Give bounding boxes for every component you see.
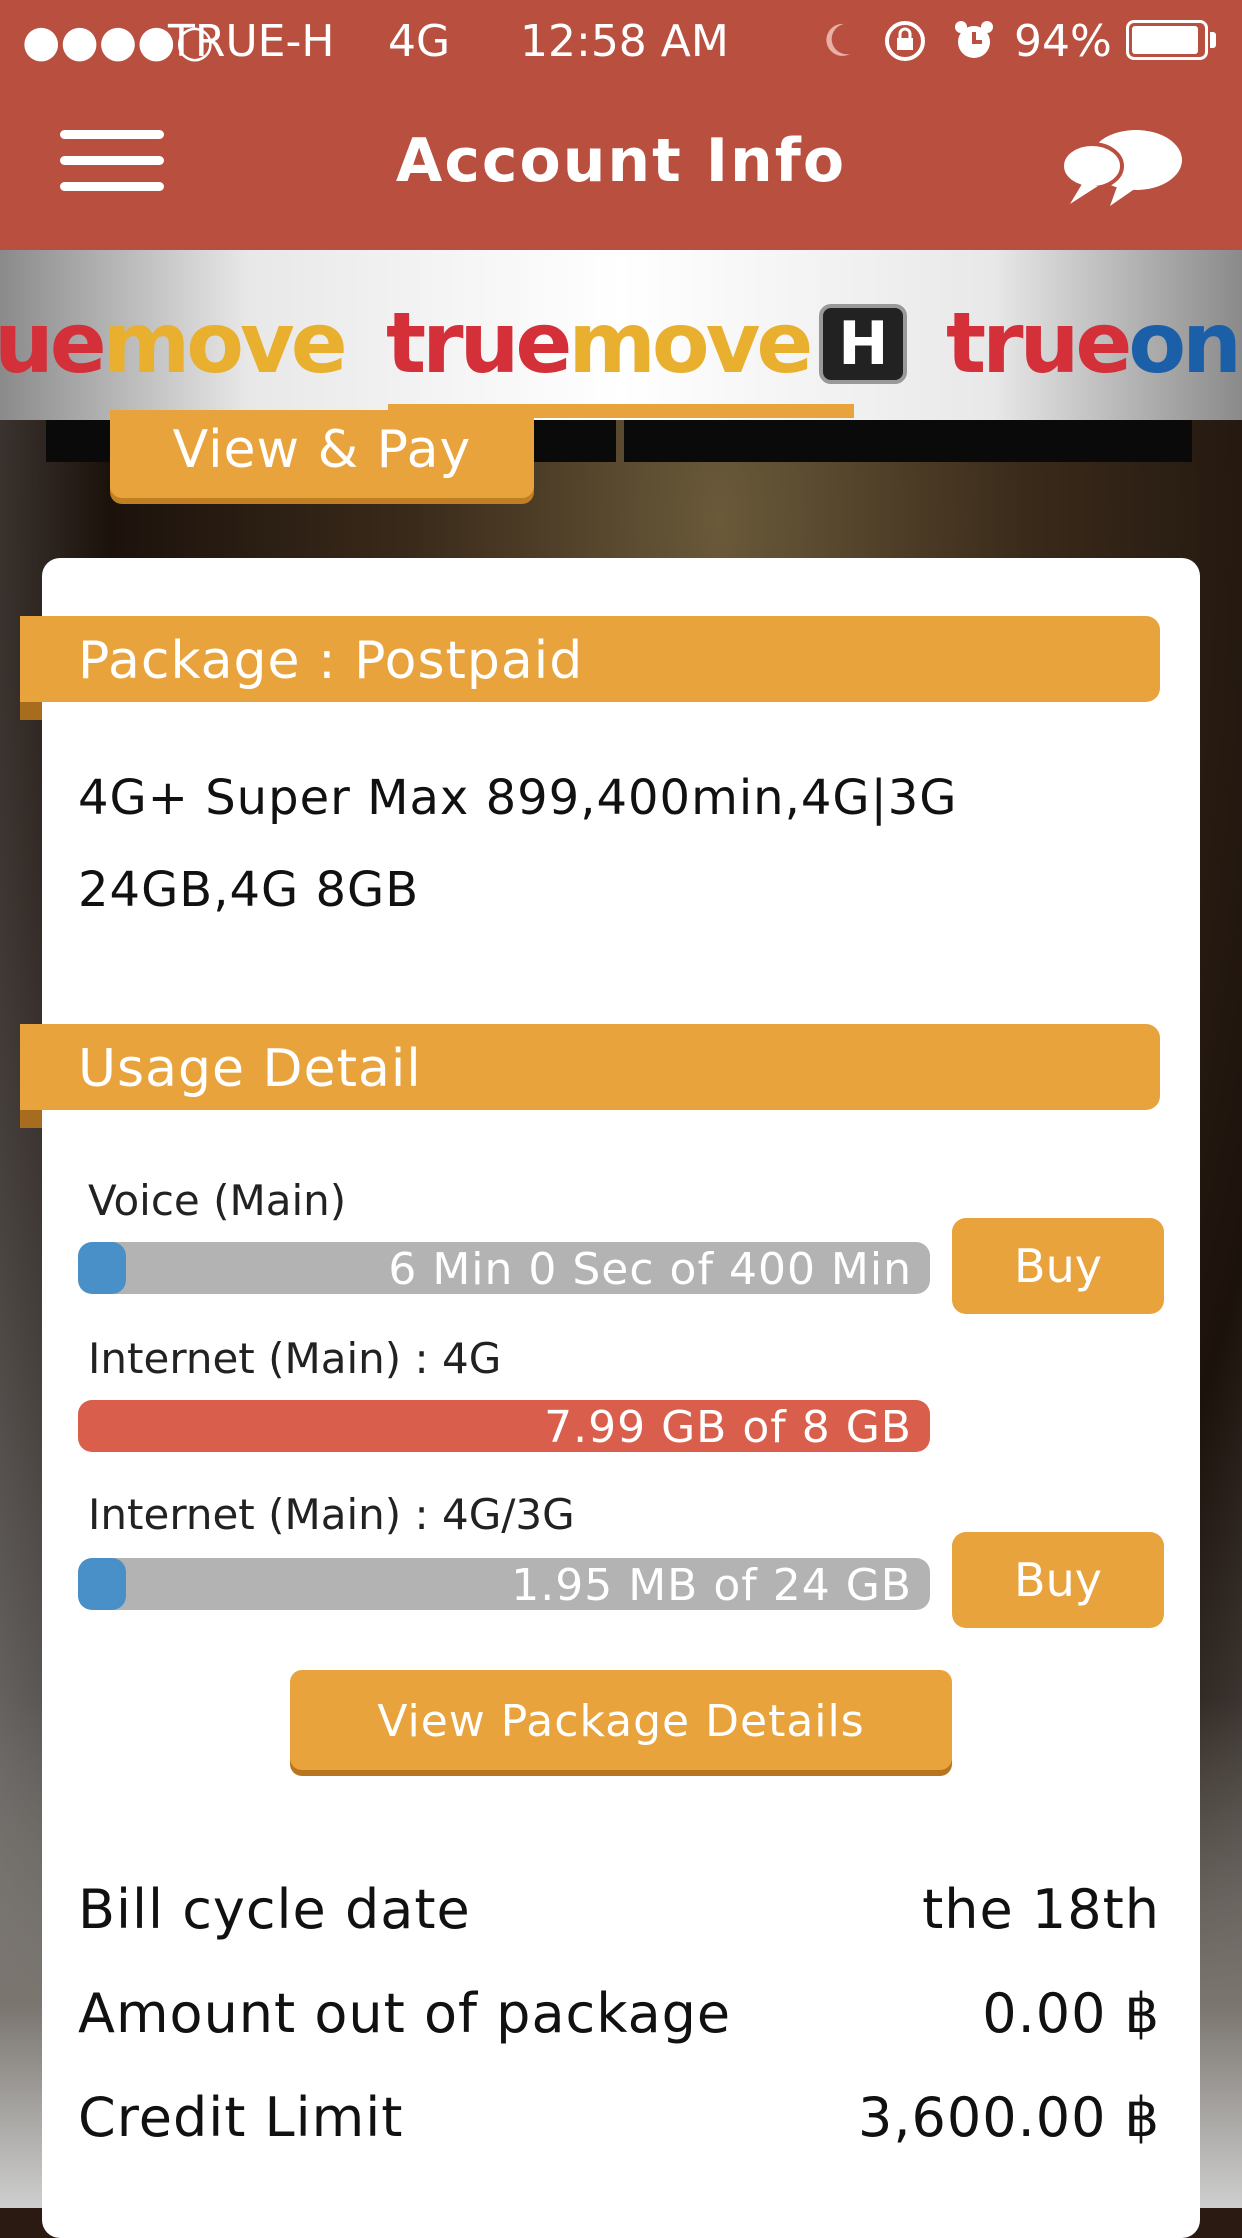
amount-out-label: Amount out of package xyxy=(78,1982,732,2045)
package-name-line2: 24GB,4G 8GB xyxy=(78,862,420,918)
brand-carousel[interactable]: uemove truemoveH trueonl xyxy=(0,250,1242,420)
battery-tip xyxy=(1210,32,1216,48)
top-strip-right xyxy=(624,420,1192,462)
view-pay-button[interactable]: View & Pay xyxy=(110,410,534,498)
amount-out-value: 0.00 ฿ xyxy=(982,1982,1160,2045)
usage-section-title: Usage Detail xyxy=(78,1039,422,1099)
ribbon-fold xyxy=(20,1110,42,1128)
page-title: Account Info xyxy=(395,126,847,196)
usage-label-internet-4g: Internet (Main) : 4G xyxy=(88,1334,502,1383)
carrier-name: TRUE-H xyxy=(168,16,335,67)
buy-internet-button[interactable]: Buy xyxy=(952,1532,1164,1628)
usage-value-voice: 6 Min 0 Sec of 400 Min xyxy=(388,1244,912,1294)
usage-label-voice: Voice (Main) xyxy=(88,1176,347,1225)
buy-voice-button[interactable]: Buy xyxy=(952,1218,1164,1314)
package-name-line1: 4G+ Super Max 899,400min,4G|3G xyxy=(78,770,958,826)
brand-tab-truemove[interactable]: uemove xyxy=(0,294,348,392)
usage-bar-voice: 6 Min 0 Sec of 400 Min xyxy=(78,1242,930,1294)
brand-tab-truemove-h[interactable]: truemove H xyxy=(386,294,908,392)
usage-section-header: Usage Detail xyxy=(20,1024,1160,1128)
brand-tab-true-online[interactable]: trueonl xyxy=(946,294,1242,392)
network-type: 4G xyxy=(388,16,451,67)
rotation-lock-icon xyxy=(885,21,925,61)
usage-bar-internet-4g3g: 1.95 MB of 24 GB xyxy=(78,1558,930,1610)
battery-percent: 94% xyxy=(1014,16,1112,67)
package-section-header: Package : Postpaid xyxy=(20,616,1160,720)
alarm-clock-icon xyxy=(955,21,993,58)
bill-cycle-value: the 18th xyxy=(922,1878,1160,1941)
usage-value-internet-4g: 7.99 GB of 8 GB xyxy=(544,1402,912,1452)
view-package-details-button[interactable]: View Package Details xyxy=(290,1670,952,1770)
status-time: 12:58 AM xyxy=(520,16,729,67)
status-bar: ●●●●○ TRUE-H 4G 12:58 AM 94% xyxy=(0,0,1242,82)
usage-label-internet-4g3g: Internet (Main) : 4G/3G xyxy=(88,1490,575,1539)
moon-icon xyxy=(826,23,850,56)
credit-limit-label: Credit Limit xyxy=(78,2086,404,2149)
bill-cycle-label: Bill cycle date xyxy=(78,1878,471,1941)
usage-fill-internet-4g3g xyxy=(78,1558,126,1610)
battery-icon xyxy=(1126,20,1208,60)
package-section-title: Package : Postpaid xyxy=(78,631,584,691)
credit-limit-value: 3,600.00 ฿ xyxy=(858,2086,1160,2149)
chat-bubbles-icon[interactable] xyxy=(1058,126,1184,208)
ribbon-fold xyxy=(20,702,42,720)
usage-fill-voice xyxy=(78,1242,126,1294)
h-badge-logo: H xyxy=(819,304,908,384)
usage-bar-internet-4g: 7.99 GB of 8 GB xyxy=(78,1400,930,1452)
usage-value-internet-4g3g: 1.95 MB of 24 GB xyxy=(511,1560,912,1610)
